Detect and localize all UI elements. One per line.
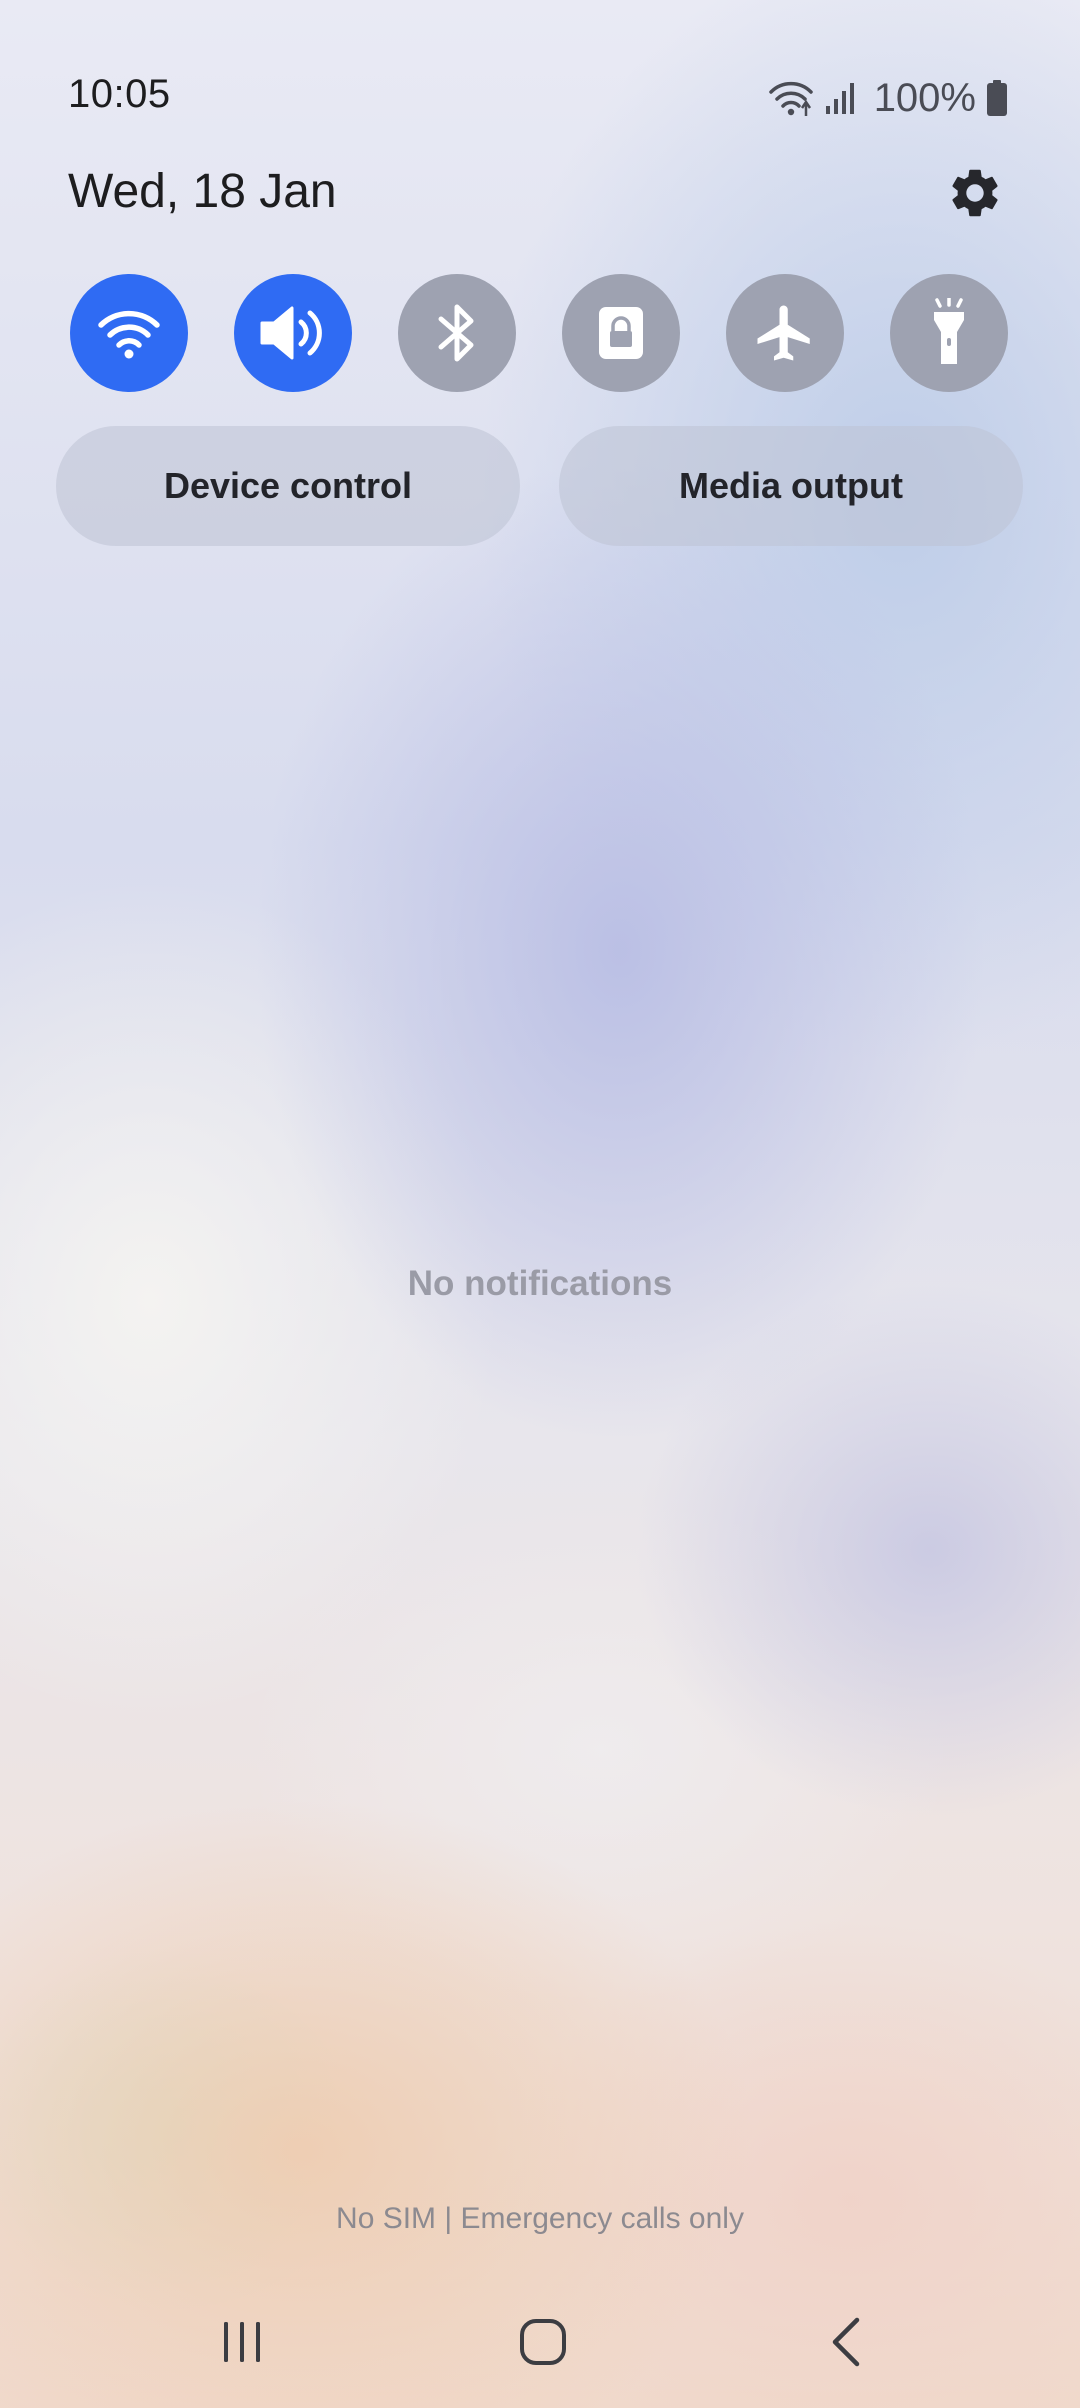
airplane-toggle[interactable] <box>726 274 844 392</box>
wifi-icon <box>97 305 161 361</box>
bluetooth-icon <box>434 301 480 365</box>
battery-percentage: 100% <box>873 75 976 120</box>
recents-button[interactable] <box>192 2310 292 2378</box>
signal-icon <box>824 80 858 116</box>
portrait-lock-toggle[interactable] <box>562 274 680 392</box>
back-button[interactable] <box>797 2310 897 2378</box>
gear-icon <box>946 169 1004 226</box>
bluetooth-toggle[interactable] <box>398 274 516 392</box>
lock-icon <box>596 304 646 362</box>
battery-icon <box>986 79 1008 117</box>
panel-date: Wed, 18 Jan <box>68 165 337 218</box>
flashlight-toggle[interactable] <box>890 274 1008 392</box>
back-icon <box>827 2316 867 2373</box>
media-output-button[interactable]: Media output <box>559 426 1023 546</box>
carrier-status: No SIM | Emergency calls only <box>336 2202 744 2235</box>
device-control-button[interactable]: Device control <box>56 426 520 546</box>
wifi-icon <box>768 78 814 118</box>
wifi-toggle[interactable] <box>70 274 188 392</box>
no-notifications-text: No notifications <box>407 1264 673 1303</box>
status-icons: 100% <box>768 74 1008 122</box>
home-icon <box>518 2317 568 2372</box>
recents-icon <box>218 2318 266 2371</box>
settings-button[interactable] <box>946 164 1004 222</box>
home-button[interactable] <box>493 2310 593 2378</box>
flashlight-icon <box>924 298 974 368</box>
sound-toggle[interactable] <box>234 274 352 392</box>
airplane-icon <box>752 300 818 366</box>
speaker-icon <box>258 303 328 363</box>
status-time: 10:05 <box>68 72 171 116</box>
